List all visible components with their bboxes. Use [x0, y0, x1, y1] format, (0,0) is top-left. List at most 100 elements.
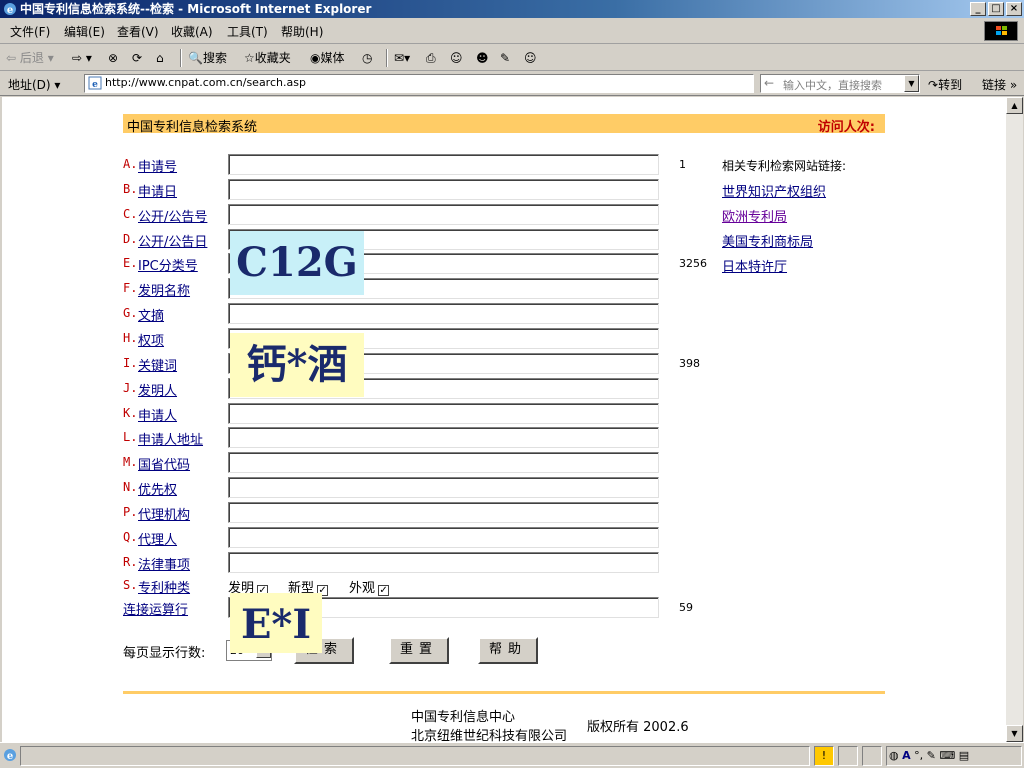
address-url: http://www.cnpat.com.cn/search.asp: [105, 76, 306, 89]
footer-copyright: 版权所有 2002.6: [587, 720, 689, 735]
menu-favorites[interactable]: 收藏(A): [171, 23, 213, 40]
toolbar-separator: [180, 49, 182, 67]
header-bar: 中国专利信息检索系统 访问人次:: [123, 114, 885, 135]
status-bar: e ! ◍ A °, ✎ ⌨ ▤: [0, 742, 1024, 768]
field-input[interactable]: [228, 303, 659, 324]
field-letter: H.: [123, 331, 138, 345]
field-label-link[interactable]: 文摘: [138, 305, 164, 324]
edit-button[interactable]: ☺: [450, 49, 463, 67]
ime-letter-icon: A: [902, 749, 911, 762]
mail-button[interactable]: ✉▾: [394, 49, 410, 67]
field-letter: E.: [123, 256, 138, 270]
checkbox-design[interactable]: 外观 ✓: [349, 577, 390, 596]
field-label-link[interactable]: 公开/公告号: [138, 206, 207, 225]
link-uspto[interactable]: 美国专利商标局: [722, 231, 813, 250]
field-label-link[interactable]: 公开/公告日: [138, 231, 207, 250]
site-title: 中国专利信息检索系统: [127, 120, 258, 135]
link-wipo[interactable]: 世界知识产权组织: [722, 181, 826, 200]
field-label-link[interactable]: 发明人: [138, 380, 177, 399]
ime-punct-icon: °,: [914, 749, 924, 762]
close-button[interactable]: ×: [1006, 2, 1022, 16]
stop-button[interactable]: ⊗: [108, 49, 118, 67]
field-input[interactable]: [228, 179, 659, 200]
discuss-button[interactable]: ✎: [500, 49, 510, 67]
window-title: 中国专利信息检索系统--检索 - Microsoft Internet Expl…: [20, 2, 372, 16]
back-arrow-icon: ⇦: [6, 51, 17, 65]
link-jpo[interactable]: 日本特许厅: [722, 256, 787, 275]
field-label-link[interactable]: 申请号: [138, 156, 177, 175]
status-text-panel: [20, 746, 810, 766]
forward-button[interactable]: ⇨ ▾: [72, 49, 92, 67]
link-epo[interactable]: 欧洲专利局: [722, 206, 787, 225]
hit-count: 1: [679, 158, 686, 171]
hit-count: 3256: [679, 257, 707, 270]
emoji-button[interactable]: ☺: [524, 49, 537, 67]
field-label-link[interactable]: 申请人: [138, 405, 177, 424]
field-input[interactable]: [228, 552, 659, 573]
related-links-title: 相关专利检索网站链接:: [722, 159, 847, 173]
field-letter: A.: [123, 157, 138, 171]
home-icon: ⌂: [156, 51, 164, 65]
field-letter: I.: [123, 356, 138, 370]
favorites-button[interactable]: ☆收藏夹: [244, 49, 291, 67]
field-input[interactable]: [228, 427, 659, 448]
address-search-input[interactable]: ← 输入中文，直接搜索 ▼: [760, 74, 920, 93]
menu-file[interactable]: 文件(F): [10, 23, 50, 40]
back-arrow-icon: ←: [764, 76, 775, 90]
field-input[interactable]: [228, 403, 659, 424]
address-dropdown-button[interactable]: ▼: [904, 75, 919, 92]
ime-toolbar[interactable]: ◍ A °, ✎ ⌨ ▤: [886, 746, 1022, 766]
field-label-logic[interactable]: 连接运算行: [123, 599, 188, 618]
print-button[interactable]: ⎙: [426, 49, 436, 67]
field-label-link[interactable]: 发明名称: [138, 280, 190, 299]
toolbar-separator: [386, 49, 388, 67]
field-label-link[interactable]: 申请日: [138, 181, 177, 200]
scroll-down-button[interactable]: ▼: [1006, 725, 1023, 742]
menu-view[interactable]: 查看(V): [117, 23, 159, 40]
field-input[interactable]: [228, 527, 659, 548]
field-label-link[interactable]: IPC分类号: [138, 255, 198, 274]
scroll-up-button[interactable]: ▲: [1006, 97, 1023, 114]
field-label-link[interactable]: 代理机构: [138, 504, 190, 523]
field-input[interactable]: [228, 452, 659, 473]
field-input[interactable]: [228, 502, 659, 523]
menu-tools[interactable]: 工具(T): [227, 23, 268, 40]
reset-button[interactable]: 重置: [389, 637, 449, 664]
per-page-label: 每页显示行数:: [123, 646, 206, 661]
field-input[interactable]: [228, 477, 659, 498]
page-content: 中国专利信息检索系统 访问人次: A. 申请号 1 B. 申请日 C. 公开/公告号 D. 公开…: [2, 97, 1006, 742]
search-icon: 🔍: [188, 51, 203, 65]
address-input[interactable]: e http://www.cnpat.com.cn/search.asp: [84, 74, 754, 93]
field-input[interactable]: [228, 154, 659, 175]
maximize-button[interactable]: □: [988, 2, 1004, 16]
refresh-button[interactable]: ⟳: [132, 49, 142, 67]
field-label-link[interactable]: 关键词: [138, 355, 177, 374]
page-status-icon: e: [4, 749, 16, 762]
field-label-link[interactable]: 代理人: [138, 529, 177, 548]
footer-org-1: 中国专利信息中心: [411, 710, 516, 725]
links-button[interactable]: 链接 »: [982, 76, 1017, 93]
field-label-link[interactable]: 优先权: [138, 479, 177, 498]
go-button[interactable]: ↷转到: [928, 76, 962, 93]
field-label-patent-type[interactable]: 专利种类: [138, 577, 190, 596]
refresh-icon: ⟳: [132, 51, 143, 65]
field-label-link[interactable]: 权项: [138, 330, 164, 349]
field-label-link[interactable]: 法律事项: [138, 554, 190, 573]
search-button[interactable]: 🔍搜索: [188, 49, 227, 67]
field-label-link[interactable]: 申请人地址: [138, 429, 203, 448]
windows-logo-icon: [984, 21, 1018, 41]
menu-edit[interactable]: 编辑(E): [64, 23, 105, 40]
help-button[interactable]: 帮助: [478, 637, 538, 664]
minimize-button[interactable]: _: [970, 2, 986, 16]
back-button[interactable]: ⇦ 后退 ▾: [6, 49, 54, 67]
history-button[interactable]: ◷: [362, 49, 372, 67]
menu-help[interactable]: 帮助(H): [281, 23, 323, 40]
field-input[interactable]: [228, 204, 659, 225]
vertical-scrollbar[interactable]: ▲ ▼: [1006, 97, 1023, 742]
page-icon: e: [88, 76, 102, 90]
messenger-button[interactable]: ☻: [476, 49, 489, 67]
home-button[interactable]: ⌂: [156, 49, 164, 67]
forward-arrow-icon: ⇨: [72, 51, 83, 65]
media-button[interactable]: ◉媒体: [310, 49, 345, 67]
field-label-link[interactable]: 国省代码: [138, 454, 190, 473]
